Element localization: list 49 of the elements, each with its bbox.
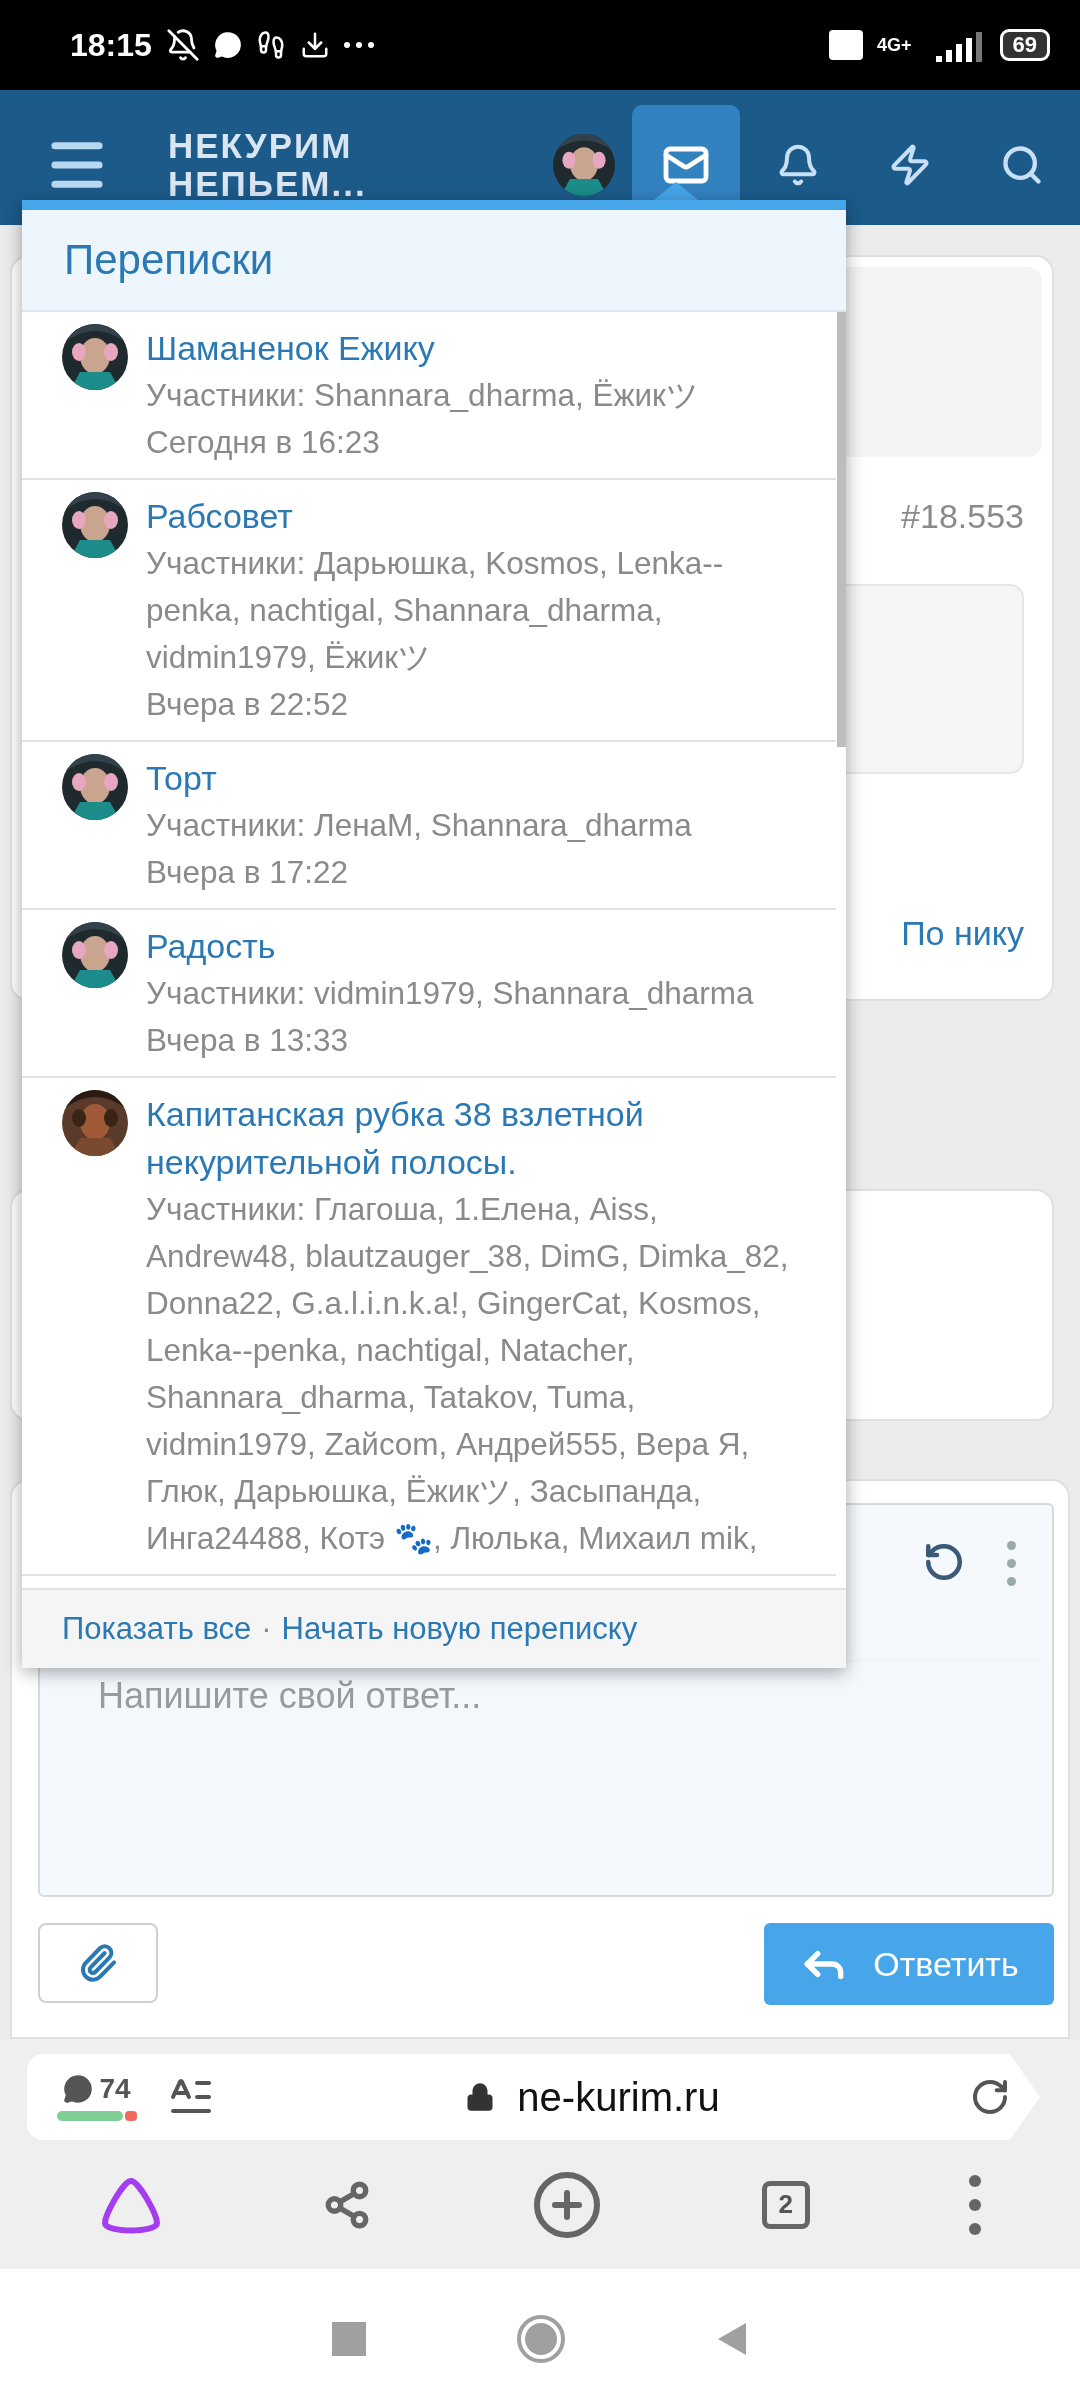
conversation-item[interactable]: Торт Участники: ЛенаМ, Shannara_dharma Вчера в 17:22 <box>22 742 836 910</box>
conversation-title[interactable]: Шаманенок Ежику <box>146 324 796 372</box>
conversation-participants: Участники: vidmin1979, Shannara_dharma <box>146 974 755 1013</box>
conversation-participants: Участники: ЛенаМ, Shannara_dharma <box>146 806 693 845</box>
conversation-time: Вчера в 17:22 <box>146 853 349 892</box>
post-number: #18.553 <box>901 497 1024 536</box>
conversation-title[interactable]: Рабсовет <box>146 492 796 540</box>
conversation-participants: Участники: Дарьюшка, Kosmos, Lenka--penka, nachtigal, Shannara_dharma, vidmin1979, Ёжикツ <box>146 544 725 677</box>
menu-title: Переписки <box>22 210 846 312</box>
reply-button[interactable]: Ответить <box>764 1923 1054 2005</box>
conversation-time: Сегодня в 16:23 <box>146 423 381 462</box>
lock-icon <box>465 2082 496 2112</box>
address-bar[interactable]: 74 ne-kurim.ru <box>27 2054 1040 2140</box>
more-button[interactable] <box>968 2174 981 2235</box>
network-type: 4G+ <box>877 34 912 56</box>
volte-icon <box>829 30 863 60</box>
comments-count[interactable]: 74 <box>99 2073 131 2105</box>
conversation-title[interactable]: Капитанская рубка 38 взлетной некурительной полосы. <box>146 1090 796 1186</box>
site-logo[interactable]: НЕКУРИМ <box>168 127 367 165</box>
more-icon[interactable] <box>343 42 374 48</box>
status-time: 18:15 <box>70 26 152 64</box>
conversation-title[interactable]: Торт <box>146 754 796 802</box>
conversation-participants: Участники: Shannara_dharma, Ёжикツ <box>146 376 700 415</box>
search-by-nick-link[interactable]: По нику <box>901 914 1024 953</box>
url-text[interactable]: ne-kurim.ru <box>517 2074 720 2120</box>
conversation-item[interactable]: Радость Участники: vidmin1979, Shannara_dharma Вчера в 13:33 <box>22 910 836 1078</box>
conversation-time: Вчера в 22:52 <box>146 685 349 724</box>
battery-level: 69 <box>999 29 1050 61</box>
conversation-time: Вчера в 13:33 <box>146 1021 349 1060</box>
site-logo[interactable]: НЕПЬЕМ... <box>168 165 367 203</box>
rating-bar-icon <box>57 2111 137 2121</box>
conversation-item[interactable]: Рабсовет Участники: Дарьюшка, Kosmos, Lenka--penka, nachtigal, Shannara_dharma, vidmin1979, Ёжикツ Вчера в 22:52 <box>22 480 836 742</box>
tabs-button[interactable]: 2 <box>761 2180 810 2229</box>
conversation-item[interactable]: Шаманенок Ежику Участники: Shannara_dharma, Ёжикツ Сегодня в 16:23 <box>22 312 836 480</box>
link-separator: · <box>261 1611 272 1647</box>
reload-icon <box>970 2077 1010 2117</box>
paperclip-icon <box>78 1943 118 1983</box>
attach-button[interactable] <box>38 1923 158 2003</box>
back-icon[interactable] <box>716 2321 748 2357</box>
scrollbar-thumb[interactable] <box>837 312 846 747</box>
home-icon[interactable] <box>516 2314 566 2364</box>
bell-off-icon <box>165 28 200 62</box>
new-conversation-link[interactable]: Начать новую переписку <box>281 1611 638 1647</box>
conversation-title[interactable]: Радость <box>146 922 796 970</box>
chat-icon <box>213 31 242 59</box>
search-icon <box>1000 143 1044 187</box>
comments-icon <box>63 2074 94 2104</box>
undo-icon <box>923 1541 965 1583</box>
show-all-link[interactable]: Показать все <box>62 1611 252 1647</box>
